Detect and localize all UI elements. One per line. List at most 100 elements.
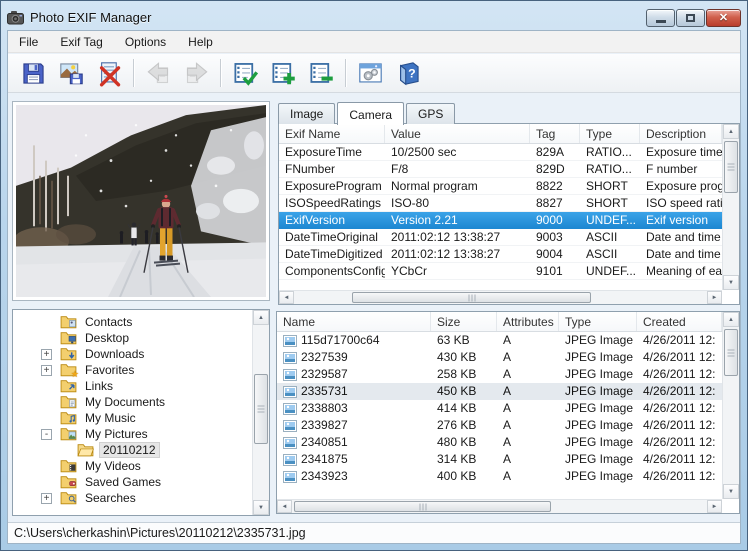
file-col-attributes[interactable]: Attributes — [497, 312, 559, 331]
menu-help[interactable]: Help — [177, 32, 224, 52]
files-vertical-scrollbar[interactable]: ▲ ▼ — [722, 312, 739, 499]
status-bar: C:\Users\cherkashin\Pictures\20110212\23… — [8, 522, 740, 543]
exif-vertical-scrollbar[interactable]: ▲ ▼ — [722, 124, 739, 290]
tree-item-my-music[interactable]: My Music — [13, 410, 252, 426]
toolbar-separator — [133, 59, 134, 87]
file-row-selected[interactable]: 2335731450 KBAJPEG Image4/26/2011 12: — [277, 383, 722, 400]
file-row[interactable]: 2340851480 KBAJPEG Image4/26/2011 12: — [277, 434, 722, 451]
tree-item-saved-games[interactable]: Saved Games — [13, 474, 252, 490]
save-exif-button[interactable] — [14, 57, 52, 90]
tree-vertical-scrollbar[interactable]: ▲ ▼ — [252, 310, 269, 515]
scroll-up-arrow[interactable]: ▲ — [723, 124, 739, 139]
file-col-size[interactable]: Size — [431, 312, 497, 331]
file-col-name[interactable]: Name — [277, 312, 431, 331]
save-floppy-icon — [20, 60, 47, 87]
tab-gps[interactable]: GPS — [406, 103, 455, 124]
folder-tree-panel: Contacts Desktop + Downloads + ★ Favorit… — [12, 309, 270, 516]
file-row[interactable]: 2339827276 KBAJPEG Image4/26/2011 12: — [277, 417, 722, 434]
exif-add-button[interactable] — [264, 57, 302, 90]
tree-item-desktop[interactable]: Desktop — [13, 330, 252, 346]
exif-col-tag[interactable]: Tag — [530, 124, 580, 143]
tab-image[interactable]: Image — [278, 103, 335, 124]
arrow-left-icon — [145, 60, 172, 87]
scroll-left-arrow[interactable]: ◄ — [279, 291, 294, 304]
close-button[interactable]: ✕ — [706, 9, 741, 27]
scroll-right-arrow[interactable]: ► — [707, 500, 722, 513]
file-row[interactable]: 2338803414 KBAJPEG Image4/26/2011 12: — [277, 400, 722, 417]
tree-item-contacts[interactable]: Contacts — [13, 314, 252, 330]
photo-preview — [12, 101, 270, 301]
file-row[interactable]: 115d71700c6463 KBAJPEG Image4/26/2011 12… — [277, 332, 722, 349]
scroll-down-arrow[interactable]: ▼ — [723, 484, 739, 499]
scroll-right-arrow[interactable]: ► — [707, 291, 722, 304]
tree-item-downloads[interactable]: + Downloads — [13, 346, 252, 362]
collapse-icon[interactable]: - — [41, 429, 52, 440]
scroll-up-arrow[interactable]: ▲ — [723, 312, 739, 327]
tree-item-my-videos[interactable]: My Videos — [13, 458, 252, 474]
scroll-left-arrow[interactable]: ◄ — [277, 500, 292, 513]
menu-file[interactable]: File — [8, 32, 49, 52]
help-button[interactable]: ? — [389, 57, 427, 90]
tree-item-favorites[interactable]: + ★ Favorites — [13, 362, 252, 378]
exif-row-selected[interactable]: ExifVersionVersion 2.219000UNDEF...Exif … — [279, 212, 722, 229]
exif-remove-icon — [308, 60, 335, 87]
image-file-icon — [283, 386, 297, 398]
exif-horizontal-scrollbar[interactable]: ◄ ► — [279, 290, 722, 304]
file-list-body: 115d71700c6463 KBAJPEG Image4/26/2011 12… — [277, 332, 722, 485]
file-row[interactable]: 2343923400 KBAJPEG Image4/26/2011 12: — [277, 468, 722, 485]
scroll-down-arrow[interactable]: ▼ — [253, 500, 269, 515]
exif-col-description[interactable]: Description — [640, 124, 722, 143]
exif-row[interactable]: DateTimeDigitized2011:02:12 13:38:279004… — [279, 246, 722, 263]
expand-icon[interactable]: + — [41, 493, 52, 504]
scroll-thumb[interactable] — [294, 501, 551, 512]
links-folder-icon — [60, 379, 77, 393]
file-col-type[interactable]: Type — [559, 312, 637, 331]
file-row[interactable]: 2329587258 KBAJPEG Image4/26/2011 12: — [277, 366, 722, 383]
toolbar-separator — [345, 59, 346, 87]
scroll-up-arrow[interactable]: ▲ — [253, 310, 269, 325]
next-image-button — [177, 57, 215, 90]
minimize-button[interactable] — [646, 9, 675, 27]
window-frame: Photo EXIF Manager ✕ File Exif Tag Optio… — [0, 0, 748, 551]
exif-row[interactable]: DateTimeOriginal2011:02:12 13:38:279003A… — [279, 229, 722, 246]
tree-item-20110212[interactable]: 20110212 — [13, 442, 252, 458]
exif-row[interactable]: ComponentsConfig...YCbCr9101UNDEF...Mean… — [279, 263, 722, 280]
exif-row[interactable]: ExposureProgramNormal program8822SHORTEx… — [279, 178, 722, 195]
toolbar-separator — [220, 59, 221, 87]
tree-item-searches[interactable]: + Searches — [13, 490, 252, 506]
scroll-thumb[interactable] — [254, 374, 268, 444]
scroll-thumb[interactable] — [352, 292, 592, 303]
options-button[interactable] — [351, 57, 389, 90]
tree-item-my-documents[interactable]: My Documents — [13, 394, 252, 410]
expand-icon[interactable]: + — [41, 349, 52, 360]
exif-row[interactable]: FNumberF/8829DRATIO...F number — [279, 161, 722, 178]
scroll-down-arrow[interactable]: ▼ — [723, 275, 739, 290]
exif-col-type[interactable]: Type — [580, 124, 640, 143]
close-icon: ✕ — [719, 13, 728, 24]
menu-exif-tag[interactable]: Exif Tag — [49, 32, 113, 52]
tree-item-my-pictures[interactable]: - My Pictures — [13, 426, 252, 442]
scroll-thumb[interactable] — [724, 141, 738, 193]
exif-col-name[interactable]: Exif Name — [279, 124, 385, 143]
image-file-icon — [283, 420, 297, 432]
expand-icon[interactable]: + — [41, 365, 52, 376]
exif-row[interactable]: ExposureTime10/2500 sec829ARATIO...Expos… — [279, 144, 722, 161]
exif-col-value[interactable]: Value — [385, 124, 530, 143]
save-image-button[interactable] — [52, 57, 90, 90]
files-horizontal-scrollbar[interactable]: ◄ ► — [277, 499, 722, 513]
title-bar[interactable]: Photo EXIF Manager ✕ — [7, 4, 741, 30]
file-row[interactable]: 2327539430 KBAJPEG Image4/26/2011 12: — [277, 349, 722, 366]
delete-exif-button[interactable] — [90, 57, 128, 90]
scroll-thumb[interactable] — [724, 329, 738, 376]
file-col-created[interactable]: Created — [637, 312, 722, 331]
videos-folder-icon — [60, 459, 77, 473]
menu-options[interactable]: Options — [114, 32, 177, 52]
tree-item-links[interactable]: Links — [13, 378, 252, 394]
searches-folder-icon — [60, 491, 77, 505]
tab-camera[interactable]: Camera — [337, 102, 404, 125]
exif-row[interactable]: ISOSpeedRatingsISO-808827SHORTISO speed … — [279, 195, 722, 212]
file-row[interactable]: 2341875314 KBAJPEG Image4/26/2011 12: — [277, 451, 722, 468]
exif-remove-button[interactable] — [302, 57, 340, 90]
exif-apply-button[interactable] — [226, 57, 264, 90]
maximize-button[interactable] — [676, 9, 705, 27]
